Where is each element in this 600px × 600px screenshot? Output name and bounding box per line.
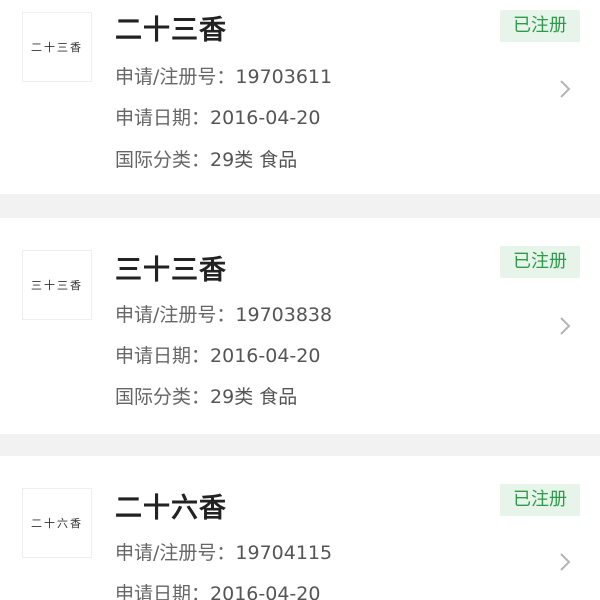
reg-number-label: 申请/注册号：	[115, 304, 236, 326]
reg-number-row: 申请/注册号：19703838	[115, 300, 332, 327]
trademark-card[interactable]: 三十三香 三十三香 已注册 申请/注册号：19703838 申请日期：2016-…	[0, 218, 600, 434]
trademark-name: 三十三香	[115, 255, 227, 286]
trademark-name: 二十三香	[115, 15, 227, 46]
apply-date-row: 申请日期：2016-04-20	[115, 103, 320, 130]
reg-number-value: 19703838	[235, 304, 333, 326]
status-badge: 已注册	[500, 10, 580, 42]
intl-class-value: 29类 食品	[210, 386, 298, 408]
chevron-right-icon	[560, 80, 571, 98]
trademark-logo: 二十六香	[22, 488, 92, 558]
trademark-logo: 二十三香	[22, 12, 92, 82]
apply-date-label: 申请日期：	[115, 583, 211, 600]
trademark-name: 二十六香	[115, 493, 227, 524]
reg-number-value: 19703611	[235, 66, 333, 88]
apply-date-value: 2016-04-20	[210, 583, 321, 600]
intl-class-label: 国际分类：	[115, 386, 211, 408]
trademark-list: 二十三香 二十三香 已注册 申请/注册号：19703611 申请日期：2016-…	[0, 0, 600, 600]
apply-date-value: 2016-04-20	[210, 107, 321, 129]
apply-date-row: 申请日期：2016-04-20	[115, 579, 320, 600]
intl-class-label: 国际分类：	[115, 149, 211, 171]
trademark-card[interactable]: 二十三香 二十三香 已注册 申请/注册号：19703611 申请日期：2016-…	[0, 0, 600, 194]
intl-class-row: 国际分类：29类 食品	[115, 145, 297, 172]
reg-number-value: 19704115	[235, 542, 333, 564]
trademark-card[interactable]: 二十六香 二十六香 已注册 申请/注册号：19704115 申请日期：2016-…	[0, 456, 600, 600]
status-badge: 已注册	[500, 484, 580, 516]
chevron-right-icon	[560, 553, 571, 571]
intl-class-row: 国际分类：29类 食品	[115, 382, 297, 409]
apply-date-label: 申请日期：	[115, 345, 211, 367]
reg-number-row: 申请/注册号：19703611	[115, 62, 332, 89]
apply-date-label: 申请日期：	[115, 107, 211, 129]
chevron-right-icon	[560, 317, 571, 335]
reg-number-label: 申请/注册号：	[115, 542, 236, 564]
reg-number-label: 申请/注册号：	[115, 66, 236, 88]
apply-date-row: 申请日期：2016-04-20	[115, 341, 320, 368]
reg-number-row: 申请/注册号：19704115	[115, 538, 332, 565]
intl-class-value: 29类 食品	[210, 149, 298, 171]
status-badge: 已注册	[500, 246, 580, 278]
apply-date-value: 2016-04-20	[210, 345, 321, 367]
trademark-logo: 三十三香	[22, 250, 92, 320]
